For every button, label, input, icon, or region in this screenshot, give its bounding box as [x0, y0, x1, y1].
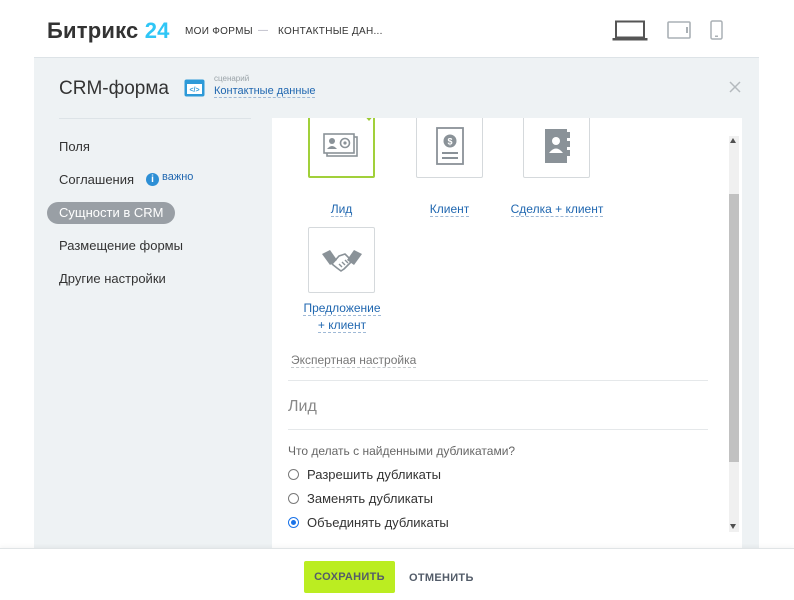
radio-label: Объединять дубликаты	[307, 515, 449, 530]
expert-settings-link[interactable]: Экспертная настройка	[291, 353, 417, 368]
sidebar-item-fields[interactable]: Поля	[59, 139, 90, 154]
svg-text:$: $	[447, 137, 452, 147]
vertical-scrollbar[interactable]	[727, 136, 739, 532]
breadcrumb-my-forms[interactable]: МОИ ФОРМЫ	[185, 26, 253, 37]
crm-form-panel: CRM-форма </> сценарий Контактные данные…	[34, 57, 759, 549]
laptop-icon[interactable]	[612, 20, 648, 42]
sidebar-divider	[59, 118, 251, 119]
tile-client[interactable]: $	[416, 118, 483, 178]
scenario-link[interactable]: Контактные данные	[214, 85, 316, 98]
breadcrumb-current-form[interactable]: КОНТАКТНЫЕ ДАН...	[278, 26, 383, 37]
sidebar-item-other-settings[interactable]: Другие настройки	[59, 271, 166, 286]
entities-content: Лид $ Клиент Сделка + клиент Предложение…	[272, 118, 742, 549]
bitrix-logo[interactable]: Битрикс 24	[47, 18, 170, 44]
tile-deal-client[interactable]	[523, 118, 590, 178]
tile-lead[interactable]	[308, 118, 375, 178]
breadcrumb-separator: —	[258, 25, 268, 36]
divider	[288, 429, 708, 430]
scroll-down-arrow-icon[interactable]	[730, 524, 736, 529]
scrollbar-thumb[interactable]	[729, 194, 739, 462]
radio-button[interactable]	[288, 469, 299, 480]
logo-text: Битрикс	[47, 18, 139, 43]
sidebar-item-agreements[interactable]: Соглашения	[59, 172, 134, 187]
duplicates-question: Что делать с найденными дубликатами?	[288, 444, 516, 458]
radio-button-checked[interactable]	[288, 517, 299, 528]
deal-contact-book-icon	[544, 129, 570, 163]
important-badge[interactable]: i важно	[146, 171, 193, 186]
tile-offer-client-label[interactable]: Предложение + клиент	[292, 300, 392, 334]
radio-merge-duplicates[interactable]: Объединять дубликаты	[288, 515, 449, 530]
radio-label: Разрешить дубликаты	[307, 467, 441, 482]
radio-button[interactable]	[288, 493, 299, 504]
divider	[288, 380, 708, 381]
panel-title: CRM-форма	[59, 78, 169, 99]
code-window-icon: </>	[184, 79, 205, 97]
client-document-icon: $	[435, 127, 464, 165]
phone-icon[interactable]	[710, 20, 723, 40]
scenario-caption: сценарий	[214, 74, 250, 83]
radio-allow-duplicates[interactable]: Разрешить дубликаты	[288, 467, 441, 482]
section-title-lead: Лид	[288, 398, 317, 415]
handshake-icon	[321, 250, 362, 272]
logo-number: 24	[144, 18, 170, 43]
tile-lead-label[interactable]: Лид	[308, 201, 375, 218]
info-icon: i	[146, 173, 159, 186]
tile-client-label[interactable]: Клиент	[416, 201, 483, 218]
save-button[interactable]: СОХРАНИТЬ	[304, 561, 395, 593]
top-bar: Битрикс 24 МОИ ФОРМЫ — КОНТАКТНЫЕ ДАН...	[0, 0, 794, 58]
scroll-up-arrow-icon[interactable]	[730, 138, 736, 143]
svg-text:</>: </>	[189, 87, 199, 94]
important-label: важно	[162, 171, 194, 183]
cancel-button[interactable]: ОТМЕНИТЬ	[409, 572, 474, 584]
radio-label: Заменять дубликаты	[307, 491, 433, 506]
selected-check-icon	[363, 118, 375, 121]
tablet-icon[interactable]	[667, 21, 691, 39]
lead-card-icon	[322, 133, 358, 157]
footer-bar: СОХРАНИТЬ ОТМЕНИТЬ	[0, 548, 794, 600]
sidebar-item-form-placement[interactable]: Размещение формы	[59, 238, 183, 253]
tile-offer-client[interactable]	[308, 227, 375, 293]
tile-deal-client-label[interactable]: Сделка + клиент	[502, 201, 612, 218]
close-icon[interactable]	[728, 80, 742, 94]
radio-replace-duplicates[interactable]: Заменять дубликаты	[288, 491, 433, 506]
sidebar-item-crm-entities[interactable]: Сущности в CRM	[47, 202, 176, 224]
